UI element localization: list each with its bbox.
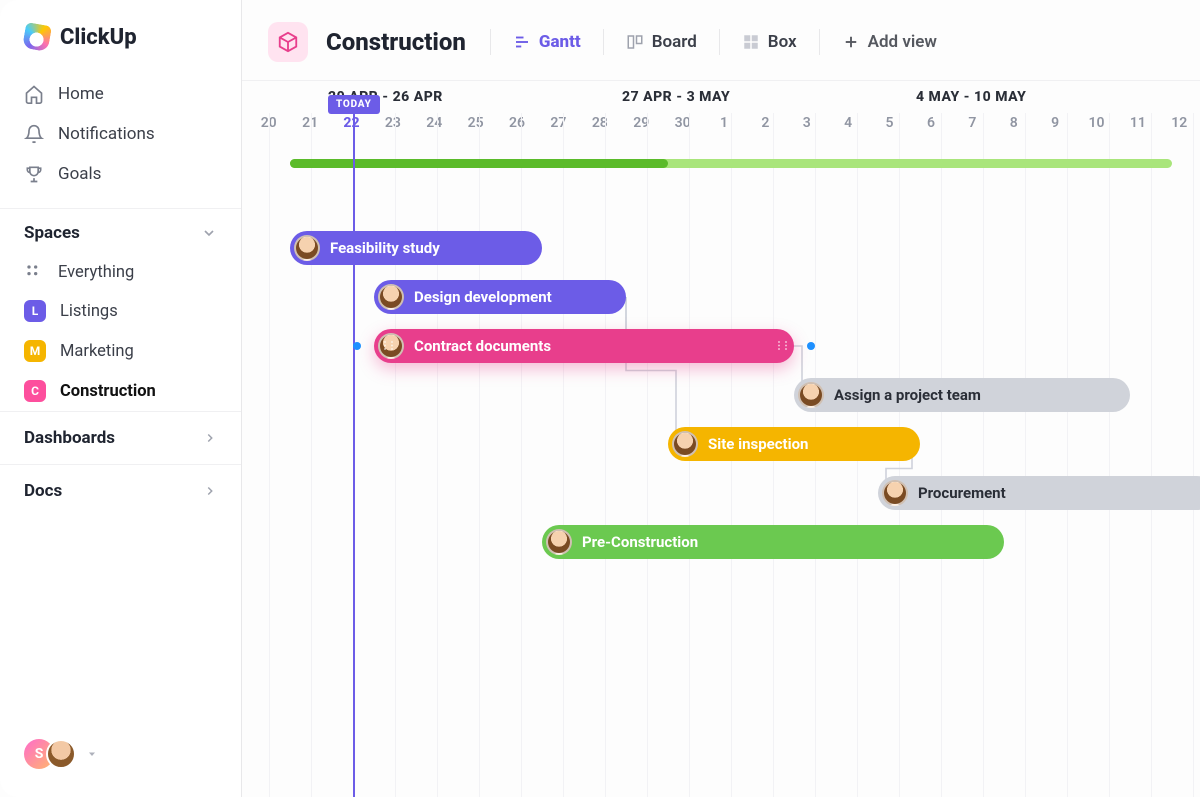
task-bar-label: Design development bbox=[414, 288, 552, 306]
bell-icon bbox=[24, 124, 44, 144]
assignee-avatar[interactable] bbox=[798, 382, 824, 408]
assignee-avatar[interactable] bbox=[546, 529, 572, 555]
spaces-header-label: Spaces bbox=[24, 223, 80, 243]
view-box-label: Box bbox=[768, 32, 797, 52]
task-bar-site-inspection[interactable]: Site inspection bbox=[668, 427, 920, 461]
space-label: Construction bbox=[60, 382, 156, 401]
sidebar-space-listings[interactable]: L Listings bbox=[0, 291, 241, 331]
assignee-avatar[interactable] bbox=[294, 235, 320, 261]
view-board-label: Board bbox=[652, 32, 697, 52]
task-bar-label: Site inspection bbox=[708, 435, 808, 453]
task-bar-label: Feasibility study bbox=[330, 239, 440, 257]
home-icon bbox=[24, 84, 44, 104]
brand-logo[interactable]: ClickUp bbox=[0, 0, 241, 70]
toolbar: Construction Gantt Board Box Add view bbox=[242, 0, 1200, 80]
today-badge: TODAY bbox=[328, 95, 380, 114]
separator bbox=[603, 29, 604, 55]
user-avatars[interactable]: S bbox=[0, 719, 241, 797]
space-icon[interactable] bbox=[268, 22, 308, 62]
primary-nav: Home Notifications Goals bbox=[0, 70, 241, 208]
task-bar-pre-construction[interactable]: Pre-Construction bbox=[542, 525, 1004, 559]
sidebar: ClickUp Home Notifications Goals Spaces … bbox=[0, 0, 242, 797]
docs-section[interactable]: Docs bbox=[0, 464, 241, 517]
everything-item[interactable]: Everything bbox=[0, 253, 241, 291]
spaces-list: L Listings M Marketing C Construction bbox=[0, 291, 241, 411]
sidebar-space-construction[interactable]: C Construction bbox=[0, 371, 241, 411]
task-bar-label: Contract documents bbox=[414, 337, 551, 355]
space-label: Listings bbox=[60, 302, 118, 321]
trophy-icon bbox=[24, 164, 44, 184]
task-bar-procurement[interactable]: Procurement bbox=[878, 476, 1200, 510]
chevron-right-icon bbox=[203, 484, 217, 498]
today-line: TODAY bbox=[353, 113, 355, 797]
plus-icon bbox=[842, 33, 860, 51]
task-bar-assign-a-project-team[interactable]: Assign a project team bbox=[794, 378, 1130, 412]
add-view[interactable]: Add view bbox=[838, 28, 941, 56]
assignee-avatar[interactable] bbox=[378, 333, 404, 359]
avatar-member[interactable] bbox=[46, 739, 76, 769]
chevron-down-icon bbox=[201, 225, 217, 241]
task-bar-label: Procurement bbox=[918, 484, 1006, 502]
dashboards-label: Dashboards bbox=[24, 428, 115, 448]
dashboards-section[interactable]: Dashboards bbox=[0, 411, 241, 464]
task-bar-contract-documents[interactable]: Contract documents bbox=[374, 329, 794, 363]
view-box[interactable]: Box bbox=[738, 28, 801, 56]
grid-dots-icon bbox=[24, 262, 44, 282]
space-label: Marketing bbox=[60, 342, 134, 361]
everything-label: Everything bbox=[58, 263, 134, 282]
space-badge: M bbox=[24, 340, 46, 362]
nav-notifications[interactable]: Notifications bbox=[0, 114, 241, 154]
nav-goals-label: Goals bbox=[58, 164, 101, 184]
box-icon bbox=[742, 33, 760, 51]
cube-icon bbox=[277, 31, 299, 53]
main: Construction Gantt Board Box Add view 20… bbox=[242, 0, 1200, 797]
sidebar-space-marketing[interactable]: M Marketing bbox=[0, 331, 241, 371]
assignee-avatar[interactable] bbox=[672, 431, 698, 457]
nav-home[interactable]: Home bbox=[0, 74, 241, 114]
task-bar-design-development[interactable]: Design development bbox=[374, 280, 626, 314]
task-bar-label: Pre-Construction bbox=[582, 533, 698, 551]
separator bbox=[719, 29, 720, 55]
assignee-avatar[interactable] bbox=[378, 284, 404, 310]
view-board[interactable]: Board bbox=[622, 28, 701, 56]
milestone-dot[interactable] bbox=[353, 342, 361, 350]
separator bbox=[819, 29, 820, 55]
space-badge: L bbox=[24, 300, 46, 322]
gantt-icon bbox=[513, 33, 531, 51]
separator bbox=[490, 29, 491, 55]
view-gantt-label: Gantt bbox=[539, 32, 581, 52]
brand-mark-icon bbox=[24, 24, 50, 50]
brand-name: ClickUp bbox=[60, 25, 137, 50]
view-gantt[interactable]: Gantt bbox=[509, 28, 585, 56]
board-icon bbox=[626, 33, 644, 51]
nav-notifications-label: Notifications bbox=[58, 124, 155, 144]
caret-down-icon[interactable] bbox=[86, 748, 98, 760]
space-title: Construction bbox=[326, 28, 466, 56]
task-bar-feasibility-study[interactable]: Feasibility study bbox=[290, 231, 542, 265]
chevron-right-icon bbox=[203, 431, 217, 445]
milestone-dot[interactable] bbox=[807, 342, 815, 350]
gantt-timeline[interactable]: 20 APR - 26 APR27 APR - 3 MAY4 MAY - 10 … bbox=[242, 80, 1200, 797]
space-badge: C bbox=[24, 380, 46, 402]
assignee-avatar[interactable] bbox=[882, 480, 908, 506]
nav-goals[interactable]: Goals bbox=[0, 154, 241, 194]
add-view-label: Add view bbox=[868, 32, 937, 52]
task-bar-label: Assign a project team bbox=[834, 386, 981, 404]
nav-home-label: Home bbox=[58, 84, 104, 104]
spaces-header[interactable]: Spaces bbox=[0, 208, 241, 253]
docs-label: Docs bbox=[24, 481, 62, 501]
